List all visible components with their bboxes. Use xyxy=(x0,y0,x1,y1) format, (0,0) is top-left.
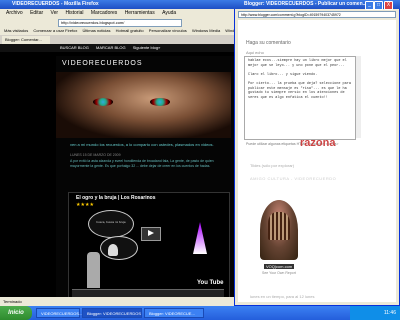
bookmark-item[interactable]: Windows Media xyxy=(192,28,220,33)
pole-image xyxy=(87,252,100,288)
followers-label[interactable]: Tildes (sólo por explorar) xyxy=(250,163,390,168)
video-title[interactable]: El ogro y la bruja | Los Rosarinos xyxy=(76,195,155,201)
menu-herramientas[interactable]: Herramientas xyxy=(125,10,155,16)
system-tray-clock[interactable]: 11:46 xyxy=(350,306,400,320)
bookmark-item[interactable]: Personalizar vínculos xyxy=(149,28,187,33)
eye-right-image xyxy=(150,98,170,106)
post-date: LUNES 15 DE MARZO DE 2009 xyxy=(70,153,121,157)
popup-title: Blogger: VIDEORECUERDOS - Publicar un co… xyxy=(244,1,367,7)
ghost-character-image xyxy=(108,244,118,256)
comment-heading: Haga su comentario xyxy=(246,40,291,46)
flag-blog-button[interactable]: MARCAR BLOG xyxy=(96,45,126,50)
close-button[interactable]: X xyxy=(384,1,393,10)
video-rating: ★★★★ xyxy=(76,202,94,208)
start-button[interactable]: Inicio xyxy=(0,306,32,320)
bookmark-item[interactable]: Más visitados xyxy=(4,28,28,33)
popup-address-bar[interactable]: http://www.blogger.com/comment.g?blogID=… xyxy=(238,11,396,18)
menu-archivo[interactable]: Archivo xyxy=(6,10,23,16)
speech-bubble-small xyxy=(100,236,138,260)
menu-historial[interactable]: Historial xyxy=(65,10,83,16)
search-blog-button[interactable]: BUSCAR BLOG xyxy=(60,45,89,50)
sidebar-section-title: AMIGO CULTURA - VIDEORECUERDO xyxy=(250,176,337,181)
post-body: A por evitó la asta alzanda y sveel hond… xyxy=(70,159,214,168)
taskbar-item-firefox[interactable]: VIDEORECUERDOS... xyxy=(36,308,82,318)
speech-bubble: busca, busca mi bruja xyxy=(88,210,134,238)
radio-caption: See Your Own Report xyxy=(262,271,296,275)
sidebar-footer-text: lunes en un tiempo, para al 12 lunes xyxy=(250,294,315,299)
radio-grill-image xyxy=(268,212,290,240)
next-blog-link[interactable]: Siguiente blog» xyxy=(133,45,161,50)
menu-ayuda[interactable]: Ayuda xyxy=(162,10,176,16)
comment-text[interactable]: hablae ecos...siempre hay un libro mejor… xyxy=(248,59,351,100)
radio-brand[interactable]: VOQ|com.com xyxy=(264,264,295,269)
maximize-button[interactable]: □ xyxy=(374,1,383,10)
play-icon[interactable] xyxy=(148,230,154,236)
comment-author: Aqui echo xyxy=(246,50,264,55)
razona-logo: razona xyxy=(300,137,336,149)
header-image xyxy=(56,72,231,138)
address-bar[interactable]: http://videorecuerdos.blogspot.com/ xyxy=(58,19,182,27)
tab-blogger[interactable]: Blogger: Comentar... xyxy=(2,36,50,44)
bookmark-item[interactable]: Comenzar a usar Firefox xyxy=(33,28,77,33)
minimize-button[interactable]: _ xyxy=(365,1,374,10)
menu-marcadores[interactable]: Marcadores xyxy=(91,10,117,16)
menu-ver[interactable]: Ver xyxy=(51,10,59,16)
youtube-logo[interactable]: You Tube xyxy=(197,280,223,286)
bookmark-item[interactable]: Hotmail gratuito xyxy=(116,28,144,33)
status-bar: Terminado xyxy=(0,297,234,306)
blog-title[interactable]: VIDEORECUERDOS xyxy=(62,60,143,67)
sidebar-section: Tildes (sólo por explorar) AMIGO CULTURA… xyxy=(250,163,390,181)
blog-description: ven a mi mundo los recuerdos, a lo compa… xyxy=(70,142,214,147)
speech-bubble-text: busca, busca mi bruja xyxy=(96,220,126,224)
eye-left-image xyxy=(93,98,113,106)
menu-editar[interactable]: Editar xyxy=(30,10,43,16)
comment-scrollbar[interactable] xyxy=(355,56,361,138)
browser-title: VIDEORECUERDOS - Mozilla Firefox xyxy=(12,1,99,7)
taskbar-item-blogger-active[interactable]: Blogger: VIDEORECUERDOS xyxy=(82,308,142,318)
taskbar-item-blogger[interactable]: Blogger: VIDEORECUE... xyxy=(144,308,204,318)
bookmark-item[interactable]: Últimas noticias xyxy=(83,28,111,33)
